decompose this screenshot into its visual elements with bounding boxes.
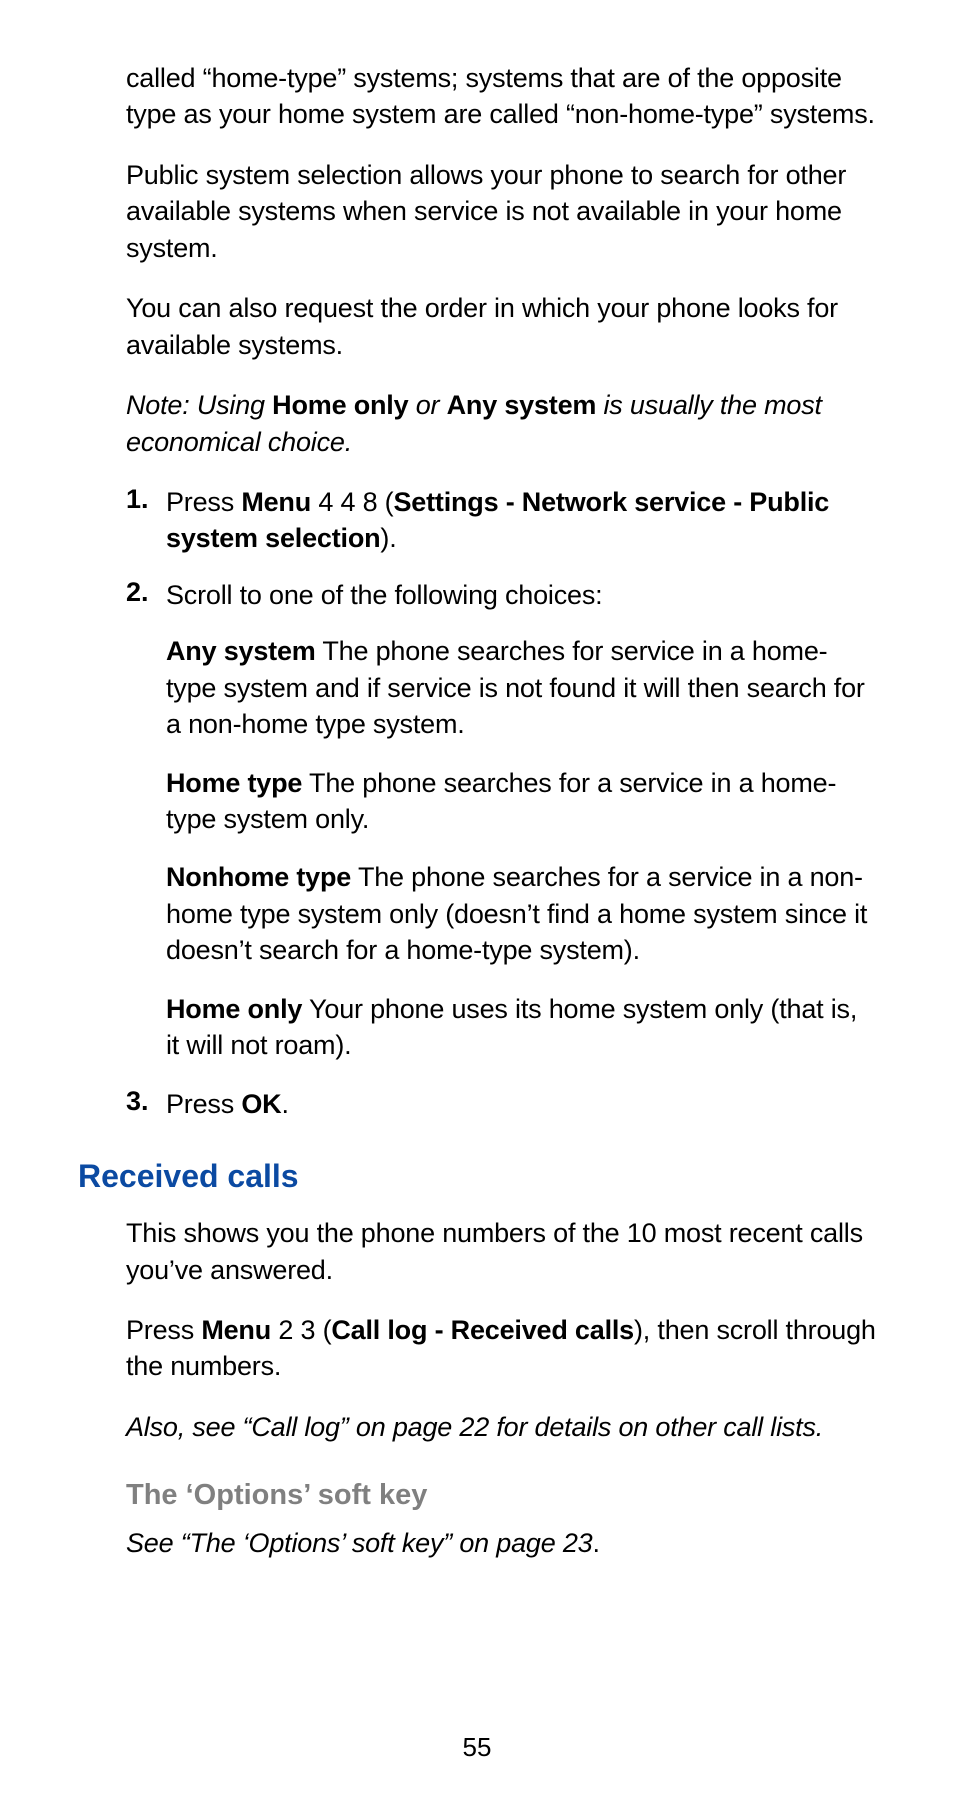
step-2-options: Any system The phone searches for servic…: [166, 633, 876, 1063]
opt-any-label: Any system: [166, 636, 316, 666]
received-block: This shows you the phone numbers of the …: [126, 1215, 876, 1445]
step-1: 1. Press Menu 4 4 8 (Settings - Network …: [126, 484, 876, 557]
step-3-b: .: [281, 1089, 288, 1119]
note: Note: Using Home only or Any system is u…: [126, 387, 876, 460]
step-3-a: Press: [166, 1089, 241, 1119]
opt-ho-label: Home only: [166, 994, 302, 1024]
rec-step-menu: Menu: [201, 1315, 271, 1345]
rec-step: Press Menu 2 3 (Call log - Received call…: [126, 1312, 876, 1385]
opt-nht-label: Nonhome type: [166, 862, 351, 892]
opt-nonhome-type: Nonhome type The phone searches for a se…: [166, 859, 876, 968]
note-b2: Any system: [447, 390, 597, 420]
note-mid: or: [408, 390, 446, 420]
para-1: called “home-type” systems; systems that…: [126, 60, 876, 133]
rec-step-a: Press: [126, 1315, 201, 1345]
step-1-body: Press Menu 4 4 8 (Settings - Network ser…: [166, 484, 876, 557]
step-3-marker: 3.: [126, 1086, 166, 1122]
options-ref-dot: .: [592, 1528, 599, 1558]
step-list: 1. Press Menu 4 4 8 (Settings - Network …: [126, 484, 876, 613]
step-1-b: 4 4 8 (: [311, 487, 393, 517]
step-list-2: 3. Press OK.: [126, 1086, 876, 1122]
page-number: 55: [0, 1732, 954, 1763]
step-2-marker: 2.: [126, 577, 166, 613]
heading-received-calls: Received calls: [78, 1158, 876, 1195]
para-3: You can also request the order in which …: [126, 290, 876, 363]
step-3-body: Press OK.: [166, 1086, 876, 1122]
page: called “home-type” systems; systems that…: [0, 0, 954, 1803]
step-3-ok: OK: [241, 1089, 281, 1119]
step-1-c: ).: [380, 523, 396, 553]
rec-step-b: 2 3 (: [271, 1315, 331, 1345]
step-1-a: Press: [166, 487, 241, 517]
rec-step-path: Call log - Received calls: [331, 1315, 634, 1345]
body-block-top: called “home-type” systems; systems that…: [126, 60, 876, 1122]
step-2: 2. Scroll to one of the following choice…: [126, 577, 876, 613]
para-2: Public system selection allows your phon…: [126, 157, 876, 266]
opt-home-only: Home only Your phone uses its home syste…: [166, 991, 876, 1064]
options-ref-text: See “The ‘Options’ soft key” on page 23: [126, 1528, 592, 1558]
step-1-menu: Menu: [241, 487, 311, 517]
options-ref: See “The ‘Options’ soft key” on page 23.: [126, 1528, 876, 1559]
step-3: 3. Press OK.: [126, 1086, 876, 1122]
heading-options-softkey: The ‘Options’ soft key: [126, 1479, 876, 1512]
also-see: Also, see “Call log” on page 22 for deta…: [126, 1409, 876, 1445]
rec-para: This shows you the phone numbers of the …: [126, 1215, 876, 1288]
step-2-body: Scroll to one of the following choices:: [166, 577, 876, 613]
opt-ht-label: Home type: [166, 768, 302, 798]
note-b1: Home only: [272, 390, 408, 420]
opt-any: Any system The phone searches for servic…: [166, 633, 876, 742]
note-pre: Note: Using: [126, 390, 272, 420]
step-1-marker: 1.: [126, 484, 166, 557]
opt-home-type: Home type The phone searches for a servi…: [166, 765, 876, 838]
